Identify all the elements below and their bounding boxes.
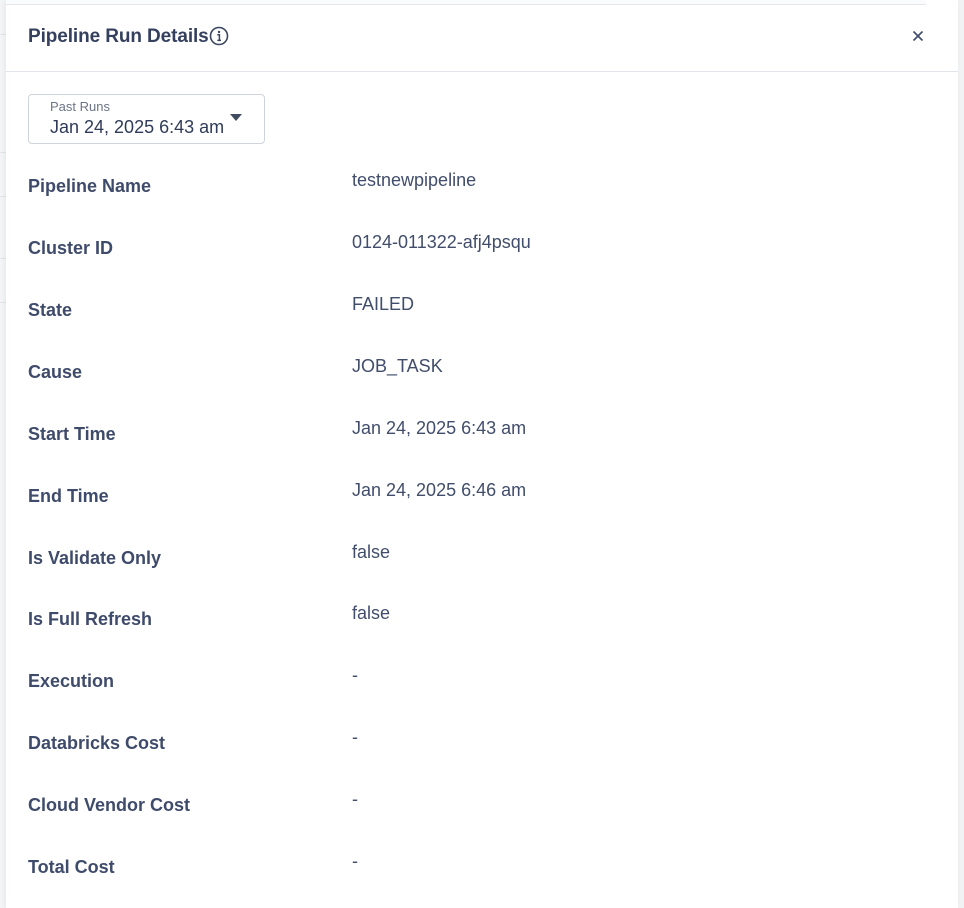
panel-header: Pipeline Run Details: [6, 5, 958, 72]
past-runs-select[interactable]: Past Runs Jan 24, 2025 6:43 am: [28, 94, 265, 144]
detail-row-cause: Cause JOB_TASK: [28, 354, 928, 394]
detail-row-total-cost: Total Cost -: [28, 849, 928, 889]
detail-value: testnewpipeline: [352, 170, 477, 190]
detail-value: -: [352, 727, 358, 747]
detail-value: JOB_TASK: [352, 356, 443, 376]
close-icon: [912, 30, 924, 42]
detail-row-state: State FAILED: [28, 292, 928, 332]
detail-label: Is Validate Only: [28, 548, 162, 568]
detail-label: Start Time: [28, 424, 116, 444]
detail-label: End Time: [28, 486, 109, 506]
detail-value: Jan 24, 2025 6:46 am: [352, 480, 527, 500]
detail-label: Cluster ID: [28, 238, 114, 258]
detail-label: Is Full Refresh: [28, 609, 153, 629]
detail-value: -: [352, 851, 358, 871]
detail-value: FAILED: [352, 294, 415, 314]
detail-row-is-full-refresh: Is Full Refresh false: [28, 601, 928, 641]
detail-value: false: [352, 603, 391, 623]
detail-value: false: [352, 542, 391, 562]
detail-label: State: [28, 300, 73, 320]
detail-row-execution: Execution -: [28, 663, 928, 703]
detail-row-is-validate-only: Is Validate Only false: [28, 540, 928, 580]
close-button[interactable]: [908, 25, 928, 47]
detail-row-cloud-vendor-cost: Cloud Vendor Cost -: [28, 787, 928, 827]
detail-row-end-time: End Time Jan 24, 2025 6:46 am: [28, 478, 928, 518]
detail-value: -: [352, 665, 358, 685]
detail-row-databricks-cost: Databricks Cost -: [28, 725, 928, 765]
detail-label: Cause: [28, 362, 83, 382]
detail-value: Jan 24, 2025 6:43 am: [352, 418, 527, 438]
detail-row-cluster-id: Cluster ID 0124-011322-afj4psqu: [28, 230, 928, 270]
detail-value: -: [352, 789, 358, 809]
detail-label: Cloud Vendor Cost: [28, 795, 190, 815]
detail-label: Pipeline Name: [28, 176, 152, 196]
past-runs-label: Past Runs: [50, 99, 110, 114]
detail-label: Databricks Cost: [28, 733, 166, 753]
past-runs-selected-value: Jan 24, 2025 6:43 am: [50, 117, 225, 137]
detail-row-start-time: Start Time Jan 24, 2025 6:43 am: [28, 416, 928, 456]
detail-label: Execution: [28, 671, 115, 691]
detail-label: Total Cost: [28, 857, 115, 877]
detail-value: 0124-011322-afj4psqu: [352, 232, 531, 252]
chevron-down-icon[interactable]: [230, 114, 242, 121]
pipeline-run-details-panel: Pipeline Run Details Past Runs Jan 24, 2…: [6, 0, 958, 908]
info-icon[interactable]: [209, 26, 229, 46]
panel-title: Pipeline Run Details: [28, 26, 209, 47]
detail-row-pipeline-name: Pipeline Name testnewpipeline: [28, 168, 928, 208]
